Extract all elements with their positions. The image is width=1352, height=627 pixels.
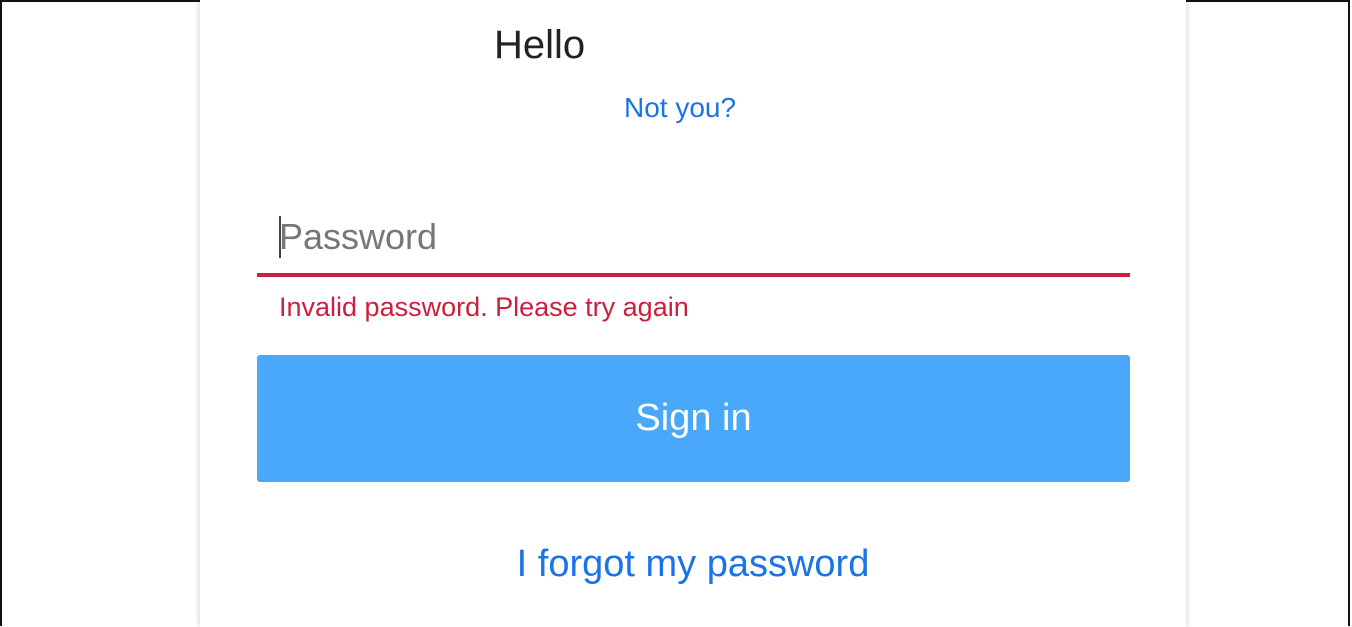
sign-in-button[interactable]: Sign in [257, 355, 1130, 482]
login-card: Hello Not you? Invalid password. Please … [200, 0, 1186, 627]
password-error-message: Invalid password. Please try again [279, 292, 689, 322]
not-you-link[interactable]: Not you? [624, 90, 736, 126]
password-field-group [257, 200, 1130, 280]
password-input[interactable] [257, 200, 1130, 273]
forgot-password-link[interactable]: I forgot my password [200, 540, 1186, 588]
greeting-heading: Hello [494, 23, 586, 67]
password-error-underline [257, 273, 1130, 277]
text-caret [279, 216, 281, 258]
